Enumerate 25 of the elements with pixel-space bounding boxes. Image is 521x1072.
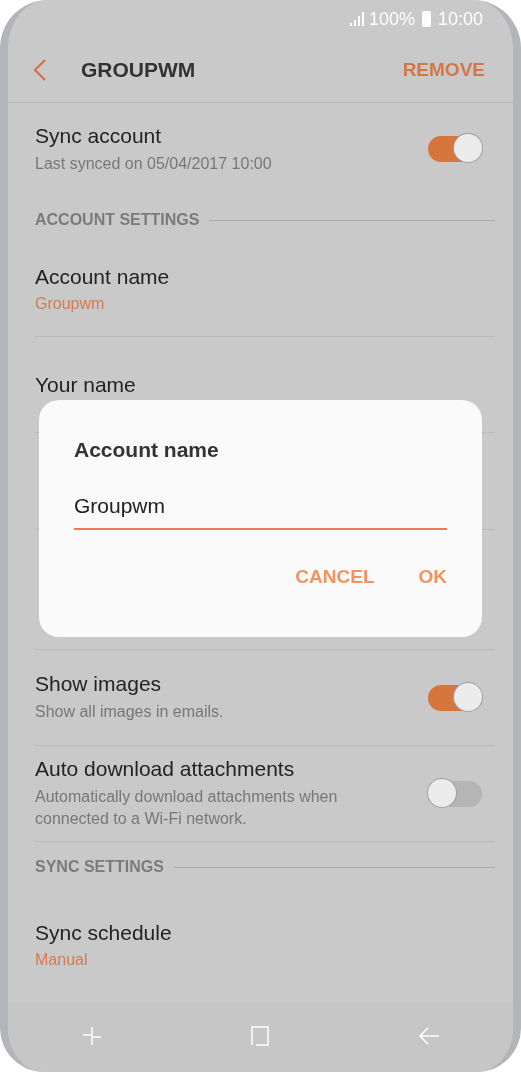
setting-description: Show all images in emails. [35,702,225,722]
setting-value: Manual [35,951,89,969]
setting-title: Sync schedule [35,921,173,945]
screen-title: GROUPWM [81,58,197,82]
back-icon[interactable] [33,58,47,82]
battery-icon [421,11,431,27]
setting-title: Your name [35,372,137,397]
dialog-title: Account name [74,438,220,462]
remove-button[interactable]: REMOVE [402,59,485,81]
setting-title: Show images [35,672,163,696]
setting-title: Auto download attachments [35,757,296,781]
dialog-button[interactable]: CANCEL [295,560,375,594]
setting-title: Sync account [35,123,163,148]
toggle-switch[interactable] [428,780,482,807]
setting-description: Last synced on 05/04/2017 10:00 [35,153,273,174]
setting-description: Automatically download attachments when connected to a Wi-Fi network. [35,787,339,829]
section-header: SYNC SETTINGS [35,858,164,876]
toggle-switch[interactable] [428,136,482,162]
setting-value: Groupwm [35,294,106,313]
setting-title: Account name [35,264,171,289]
toggle-switch[interactable] [428,684,482,711]
text-field[interactable]: Groupwm [74,490,447,530]
dialog-button[interactable]: OK [418,560,447,594]
signal-icon [348,11,365,27]
section-header: ACCOUNT SETTINGS [35,211,200,229]
